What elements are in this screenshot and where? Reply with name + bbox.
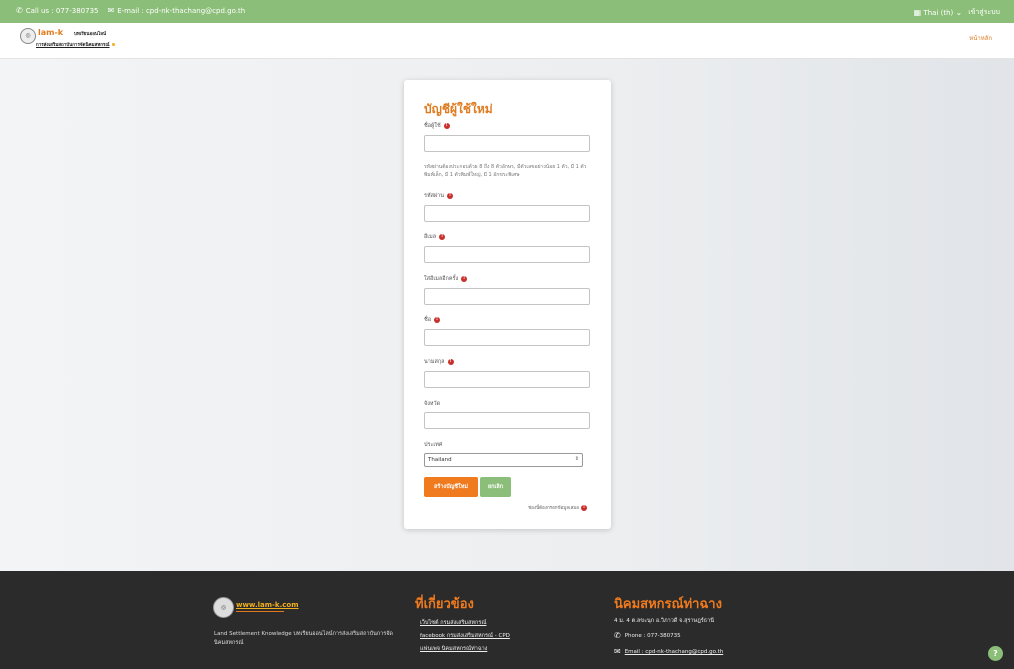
username-label: ชื่อผู้ใช้ !: [424, 122, 450, 130]
main-area: บัญชีผู้ใช้ใหม่ ชื่อผู้ใช้ ! รหัสผ่านต้อ…: [0, 59, 1014, 571]
password-input[interactable]: [424, 205, 590, 222]
footer: ◎ www.lam-k.com Land Settlement Knowledg…: [0, 571, 1014, 669]
country-select-value: Thailand: [428, 457, 452, 463]
help-icon[interactable]: ?: [988, 646, 1003, 661]
province-label-text: จังหวัด: [424, 401, 441, 407]
email-again-input[interactable]: [424, 288, 590, 305]
mail-icon: ✉: [107, 6, 115, 15]
form-title: บัญชีผู้ใช้ใหม่: [424, 102, 493, 116]
username-input[interactable]: [424, 135, 590, 152]
footer-link-fanpage[interactable]: แฟนเพจ นิคมสหกรณ์ท่าฉาง: [420, 645, 487, 653]
email-again-label: ใส่อีเมลอีกครั้ง !: [424, 275, 468, 283]
email-label-text: อีเมล: [424, 234, 437, 240]
logo-dot: [112, 43, 115, 46]
email-text: E-mail : cpd-nk-thachang@cpd.go.th: [117, 7, 246, 15]
top-contact-bar: ✆ Call us : 077-380735 ✉ E-mail : cpd-nk…: [0, 0, 1014, 23]
language-label: Thai (th): [923, 8, 954, 17]
required-icon: !: [434, 317, 441, 323]
required-icon: !: [439, 234, 446, 240]
footer-link-facebook[interactable]: facebook กรมส่งเสริมสหกรณ์ - CPD: [420, 632, 510, 640]
email-again-label-text: ใส่อีเมลอีกครั้ง: [424, 276, 459, 282]
footer-divider: [236, 611, 284, 612]
footer-email: ✉ Email : cpd-nk-thachang@cpd.go.th: [614, 648, 723, 656]
required-icon: !: [461, 276, 468, 282]
site-logo[interactable]: ◎ lam-k บทเรียนออนไลน์ การส่งเสริมสถาบัน…: [18, 25, 120, 53]
footer-phone: ✆ Phone : 077-380735: [614, 632, 681, 640]
username-label-text: ชื่อผู้ใช้: [424, 123, 441, 129]
call-text: Call us : 077-380735: [25, 7, 99, 15]
lastname-input[interactable]: [424, 371, 590, 388]
required-note: ช่องนี้ต้องกรอกข้อมูลเสมอ !: [528, 504, 587, 511]
org-title: นิคมสหกรณ์ท่าฉาง: [614, 597, 722, 612]
required-note-text: ช่องนี้ต้องกรอกข้อมูลเสมอ: [528, 506, 579, 511]
navbar: ◎ lam-k บทเรียนออนไลน์ การส่งเสริมสถาบัน…: [0, 23, 1014, 59]
phone-text: Phone : 077-380735: [624, 633, 681, 639]
home-link[interactable]: หน้าหลัก: [969, 33, 992, 43]
chevron-down-icon: ⌄: [955, 7, 963, 17]
firstname-input[interactable]: [424, 329, 590, 346]
required-icon: !: [443, 123, 450, 129]
required-icon: !: [447, 359, 454, 365]
province-input[interactable]: [424, 412, 590, 429]
logo-subtitle-2: การส่งเสริมสถาบันการจัดนิคมสหกรณ์: [36, 43, 110, 48]
province-label: จังหวัด: [424, 400, 440, 408]
firstname-label: ชื่อ !: [424, 316, 441, 324]
cancel-button[interactable]: ยกเลิก: [480, 477, 511, 497]
logo-subtitle: บทเรียนออนไลน์: [74, 32, 107, 37]
footer-site-link[interactable]: www.lam-k.com: [236, 601, 299, 609]
firstname-label-text: ชื่อ: [424, 317, 432, 323]
phone-icon: ✆: [614, 631, 621, 640]
phone-icon: ✆: [16, 6, 23, 15]
top-right-menu: ▦ Thai (th) ⌄ เข้าสู่ระบบ: [914, 7, 1000, 18]
seal-icon: ◎: [20, 28, 36, 44]
language-selector[interactable]: ▦ Thai (th) ⌄: [913, 7, 963, 17]
flag-icon: ▦: [913, 7, 922, 17]
password-hint: รหัสผ่านต้องประกอบด้วย 8 ถึง 8 ตัวอักษร,…: [424, 164, 587, 178]
signup-form-card: บัญชีผู้ใช้ใหม่ ชื่อผู้ใช้ ! รหัสผ่านต้อ…: [404, 80, 611, 529]
related-title: ที่เกี่ยวข้อง: [415, 597, 474, 612]
required-icon: !: [581, 504, 587, 511]
country-select[interactable]: Thailand ⇕: [424, 453, 583, 467]
footer-address: 4 ม. 4 ต.ลขะนุก อ.วิภาวดี จ.สุราษฎร์ธานี: [614, 617, 714, 625]
country-label-text: ประเทศ: [424, 442, 443, 448]
country-label: ประเทศ: [424, 441, 442, 449]
password-label-text: รหัสผ่าน: [424, 193, 445, 199]
footer-seal-icon: ◎: [213, 597, 234, 618]
footer-email-text[interactable]: Email : cpd-nk-thachang@cpd.go.th: [625, 649, 724, 655]
address-text: 4 ม. 4 ต.ลขะนุก อ.วิภาวดี จ.สุราษฎร์ธานี: [614, 618, 714, 624]
lastname-label-text: นามสกุล: [424, 359, 445, 365]
email-label: อีเมล !: [424, 233, 446, 241]
select-arrows-icon: ⇕: [574, 456, 579, 462]
create-account-button[interactable]: สร้างบัญชีใหม่: [424, 477, 478, 497]
mail-icon: ✉: [614, 647, 621, 656]
required-icon: !: [447, 193, 454, 199]
login-link[interactable]: เข้าสู่ระบบ: [968, 7, 1000, 18]
contact-info: ✆ Call us : 077-380735 ✉ E-mail : cpd-nk…: [16, 6, 246, 16]
email-input[interactable]: [424, 246, 590, 263]
footer-description: Land Settlement Knowledge บทเรียนออนไลน์…: [214, 631, 393, 646]
logo-text: lam-k: [38, 28, 64, 37]
password-label: รหัสผ่าน !: [424, 192, 454, 200]
lastname-label: นามสกุล !: [424, 358, 454, 366]
footer-link-cpd-site[interactable]: เว็บไซต์ กรมส่งเสริมสหกรณ์: [420, 619, 486, 627]
